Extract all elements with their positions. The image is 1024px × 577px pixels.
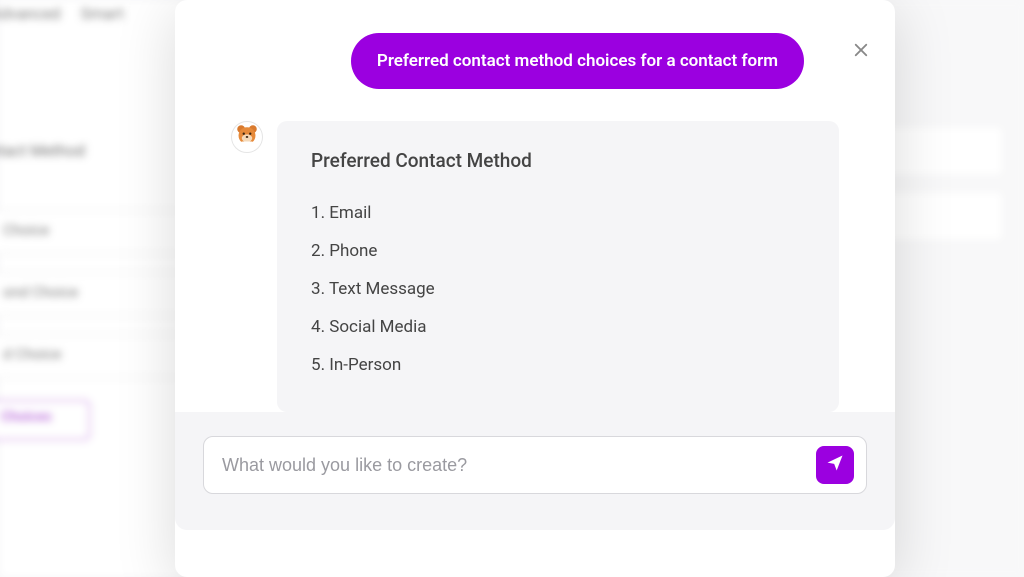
assistant-message-bubble: Preferred Contact Method Email Phone Tex… <box>277 121 839 412</box>
user-message-row: Preferred contact method choices for a c… <box>231 33 839 89</box>
assistant-message-row: Preferred Contact Method Email Phone Tex… <box>231 121 839 412</box>
composer <box>203 436 867 494</box>
chat-input[interactable] <box>222 455 816 476</box>
list-item: In-Person <box>311 346 805 384</box>
ai-chat-modal: Preferred contact method choices for a c… <box>175 0 895 577</box>
send-button[interactable] <box>816 446 854 484</box>
list-item: Social Media <box>311 308 805 346</box>
user-message-bubble: Preferred contact method choices for a c… <box>351 33 804 89</box>
assistant-response-title: Preferred Contact Method <box>311 149 805 172</box>
send-icon <box>825 453 845 477</box>
list-item: Email <box>311 194 805 232</box>
assistant-response-list: Email Phone Text Message Social Media In… <box>311 194 805 384</box>
assistant-avatar <box>231 121 263 153</box>
list-item: Text Message <box>311 270 805 308</box>
list-item: Phone <box>311 232 805 270</box>
chat-area: Preferred contact method choices for a c… <box>203 25 867 412</box>
composer-area <box>175 412 895 530</box>
bear-mascot-icon <box>234 122 260 152</box>
